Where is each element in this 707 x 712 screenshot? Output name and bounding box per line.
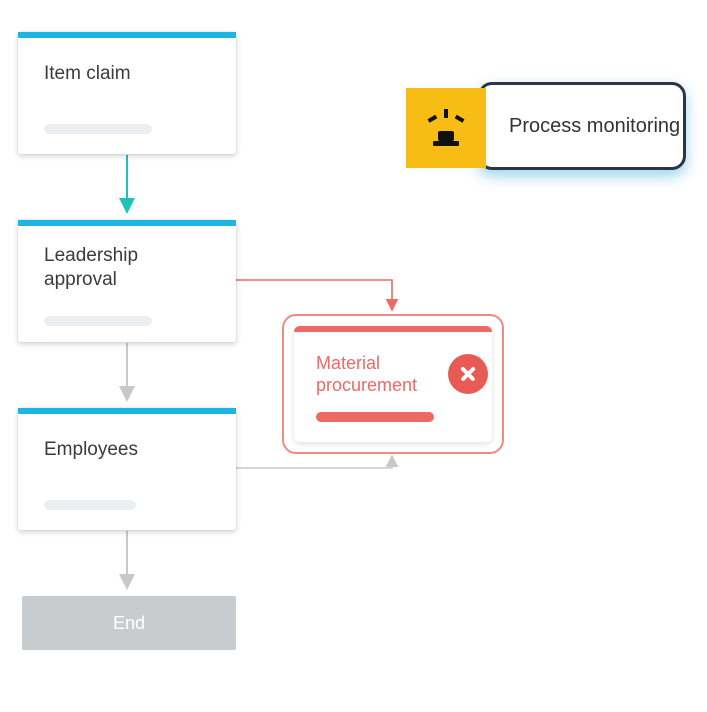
node-accent-bar: [18, 32, 236, 38]
node-label: Leadership approval: [44, 244, 216, 292]
node-end: End: [22, 596, 236, 650]
error-placeholder-line: [316, 412, 434, 422]
error-accent-bar: [294, 326, 492, 332]
alarm-icon: [406, 88, 486, 168]
node-label: Item claim: [44, 62, 216, 86]
connector-employees-to-error: [236, 456, 392, 468]
node-placeholder-line: [44, 316, 152, 326]
node-item-claim: Item claim: [18, 32, 236, 154]
error-label: Material procurement: [316, 352, 442, 396]
node-accent-bar: [18, 408, 236, 414]
node-leadership-approval: Leadership approval: [18, 220, 236, 342]
node-error: Material procurement: [282, 314, 504, 454]
node-placeholder-line: [44, 124, 152, 134]
node-accent-bar: [18, 220, 236, 226]
error-close-icon: [448, 354, 488, 394]
end-label: End: [113, 613, 145, 634]
node-placeholder-line: [44, 500, 136, 510]
node-employees: Employees: [18, 408, 236, 530]
connector-approval-to-error: [236, 280, 392, 310]
node-label: Employees: [44, 438, 216, 462]
monitoring-label: Process monitoring: [509, 114, 680, 138]
monitoring-card: Process monitoring: [478, 82, 686, 170]
monitoring-badge: Process monitoring: [406, 78, 694, 178]
diagram-canvas: Item claim Leadership approval Employees…: [0, 0, 707, 712]
